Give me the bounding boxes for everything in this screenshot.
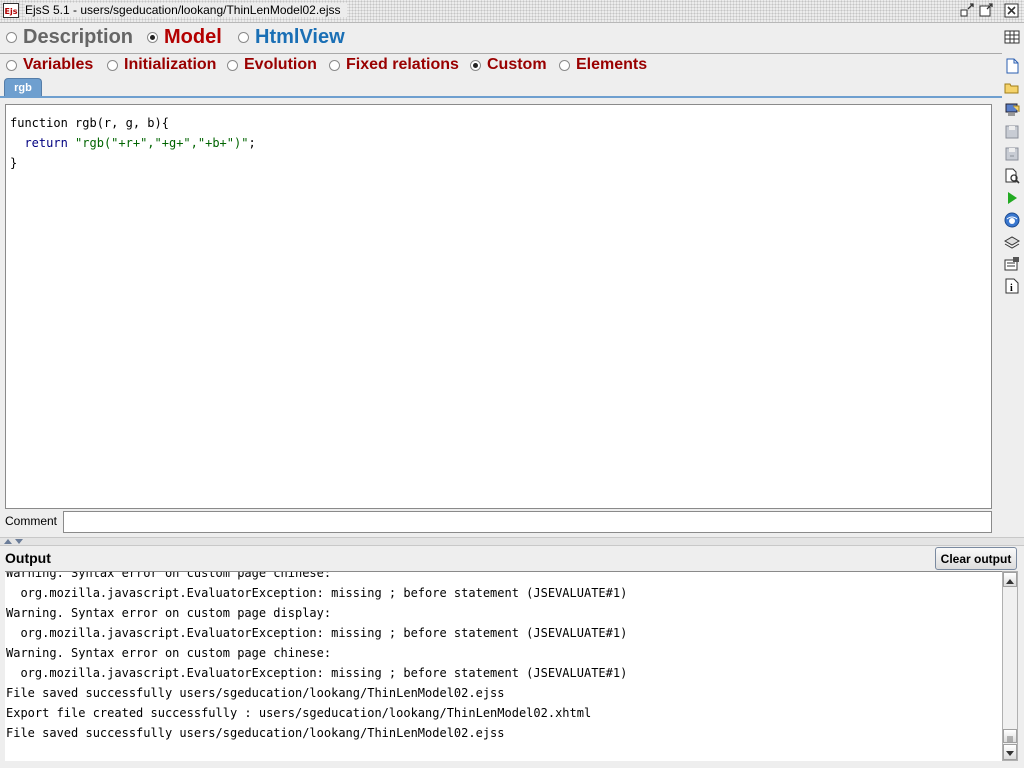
tab-initialization[interactable]: Initialization: [107, 56, 216, 74]
restore-icon[interactable]: [959, 3, 975, 18]
main-tab-bar: Description Model HtmlView: [0, 26, 1000, 52]
tab-model[interactable]: Model: [147, 26, 222, 49]
save-icon[interactable]: [1003, 123, 1021, 141]
tab-evolution[interactable]: Evolution: [227, 56, 317, 74]
code-semicolon: ;: [248, 136, 256, 150]
separator: [0, 53, 1002, 54]
output-console[interactable]: Warning. Syntax error on custom page chi…: [5, 571, 1002, 761]
output-line: Export file created successfully : users…: [6, 706, 592, 720]
output-line: org.mozilla.javascript.EvaluatorExceptio…: [6, 586, 628, 600]
table-icon[interactable]: [1003, 28, 1021, 46]
search-icon[interactable]: [1003, 167, 1021, 185]
tab-custom-label: Custom: [487, 56, 547, 73]
description-radio[interactable]: [6, 32, 17, 43]
tab-initialization-label: Initialization: [124, 56, 217, 73]
code-text[interactable]: function rgb(r, g, b){ return "rgb("+r+"…: [10, 113, 256, 173]
new-file-icon[interactable]: [1003, 57, 1021, 75]
output-line: File saved successfully users/sgeducatio…: [6, 726, 505, 740]
scroll-thumb[interactable]: [1003, 729, 1017, 743]
tab-htmlview-label: HtmlView: [255, 26, 345, 48]
tab-variables[interactable]: Variables: [6, 56, 93, 74]
library-icon[interactable]: [1003, 233, 1021, 251]
tab-htmlview[interactable]: HtmlView: [238, 26, 345, 49]
app-icon: Ejs: [3, 3, 19, 18]
output-scrollbar[interactable]: [1002, 571, 1018, 761]
evolution-radio[interactable]: [227, 59, 238, 71]
output-line: File saved successfully users/sgeducatio…: [6, 686, 505, 700]
output-line: Warning. Syntax error on custom page dis…: [6, 606, 332, 620]
tab-variables-label: Variables: [23, 56, 94, 73]
close-icon[interactable]: [1004, 3, 1020, 18]
tab-fixed-relations[interactable]: Fixed relations: [329, 56, 459, 74]
run-icon[interactable]: [1003, 189, 1021, 207]
tab-underline: [0, 96, 1002, 98]
htmlview-radio[interactable]: [238, 32, 249, 43]
tab-description[interactable]: Description: [6, 26, 133, 49]
output-label: Output: [5, 550, 51, 566]
tab-elements-label: Elements: [576, 56, 648, 73]
code-editor[interactable]: function rgb(r, g, b){ return "rgb("+r+"…: [5, 104, 992, 509]
output-text: Warning. Syntax error on custom page chi…: [6, 571, 628, 743]
clear-output-button[interactable]: Clear output: [935, 547, 1017, 570]
output-line: Warning. Syntax error on custom page chi…: [6, 646, 332, 660]
output-line: Warning. Syntax error on custom page chi…: [6, 571, 332, 580]
tab-description-label: Description: [23, 26, 134, 48]
window-title: EjsS 5.1 - users/sgeducation/lookang/Thi…: [25, 3, 347, 17]
tab-fixed-relations-label: Fixed relations: [346, 56, 459, 73]
tab-elements[interactable]: Elements: [559, 56, 647, 74]
model-tab-bar: Variables Initialization Evolution Fixed…: [6, 56, 996, 76]
divider-arrows-icon[interactable]: [2, 538, 32, 546]
scroll-down-button[interactable]: [1003, 744, 1017, 760]
custom-radio[interactable]: [470, 59, 481, 71]
open-folder-icon[interactable]: [1003, 79, 1021, 97]
output-line: org.mozilla.javascript.EvaluatorExceptio…: [6, 626, 628, 640]
page-tab-rgb[interactable]: rgb: [4, 78, 42, 97]
variables-radio[interactable]: [6, 59, 17, 71]
tab-custom[interactable]: Custom: [470, 56, 547, 74]
split-divider[interactable]: [0, 537, 1024, 546]
info-icon[interactable]: i: [1003, 277, 1021, 295]
initialization-radio[interactable]: [107, 59, 118, 71]
fixed-relations-radio[interactable]: [329, 59, 340, 71]
tab-model-label: Model: [164, 26, 222, 48]
preferences-icon[interactable]: [1003, 255, 1021, 273]
output-line: org.mozilla.javascript.EvaluatorExceptio…: [6, 666, 628, 680]
scroll-up-button[interactable]: [1003, 572, 1017, 587]
svg-text:i: i: [1010, 283, 1013, 294]
comment-label: Comment: [5, 514, 58, 528]
code-line-3: }: [10, 156, 18, 170]
code-string: "rgb("+r+","+g+","+b+")": [75, 136, 249, 150]
model-radio[interactable]: [147, 32, 158, 43]
web-icon[interactable]: [1003, 211, 1021, 229]
open-workspace-icon[interactable]: [1003, 101, 1021, 119]
tab-evolution-label: Evolution: [244, 56, 317, 73]
save-as-icon[interactable]: [1003, 145, 1021, 163]
maximize-icon[interactable]: [978, 3, 994, 18]
code-keyword-return: return: [24, 136, 68, 150]
comment-field[interactable]: [63, 511, 992, 533]
elements-radio[interactable]: [559, 59, 570, 71]
code-line-1: function rgb(r, g, b){: [10, 116, 169, 130]
